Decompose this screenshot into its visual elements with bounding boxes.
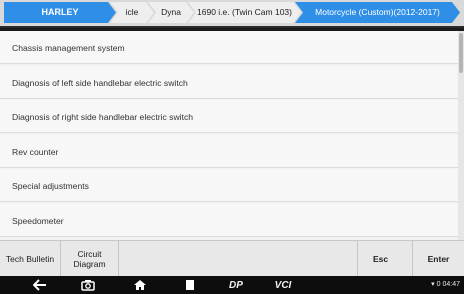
breadcrumb-item-vehicle[interactable]: icle xyxy=(110,2,154,23)
scrollbar[interactable] xyxy=(458,31,464,240)
function-list: Chassis management system Diagnosis of l… xyxy=(0,31,458,240)
system-navigation-bar: DP VCI ▾ 0 04:47 xyxy=(0,276,464,294)
home-icon[interactable] xyxy=(130,278,150,292)
circuit-diagram-button[interactable]: Circuit Diagram xyxy=(61,241,119,276)
esc-button[interactable]: Esc xyxy=(357,241,403,276)
breadcrumb-item-motorcycle[interactable]: Motorcycle (Custom)(2012-2017) xyxy=(295,2,460,23)
clock: 04:47 xyxy=(442,281,460,288)
list-item[interactable]: Speedometer xyxy=(0,203,458,237)
list-item[interactable]: Diagnosis of left side handlebar electri… xyxy=(0,65,458,99)
circuit-diagram-label: Circuit Diagram xyxy=(73,249,105,269)
breadcrumb-item-harley[interactable]: HARLEY xyxy=(4,2,116,23)
breadcrumb-item-engine[interactable]: 1690 i.e. (Twin Cam 103) xyxy=(188,2,301,23)
dp-app-icon[interactable]: DP xyxy=(222,278,250,292)
list-item[interactable]: Special adjustments xyxy=(0,169,458,203)
tech-bulletin-button[interactable]: Tech Bulletin xyxy=(0,241,61,276)
breadcrumb-item-dyna[interactable]: Dyna xyxy=(148,2,194,23)
list-item[interactable]: Diagnosis of right side handlebar electr… xyxy=(0,100,458,134)
scrollbar-thumb[interactable] xyxy=(459,33,463,73)
list-item[interactable]: Chassis management system xyxy=(0,31,458,64)
camera-icon[interactable] xyxy=(78,278,98,292)
breadcrumb: HARLEY icle Dyna 1690 i.e. (Twin Cam 103… xyxy=(0,0,464,28)
enter-button[interactable]: Enter xyxy=(412,241,464,276)
vci-icon[interactable]: VCI xyxy=(268,278,298,292)
list-item[interactable]: Rev counter xyxy=(0,134,458,168)
circuit-diagram-label-line1: Circuit xyxy=(77,248,102,259)
status-area: ▾ 0 04:47 xyxy=(431,280,460,288)
circuit-diagram-label-line2: Diagram xyxy=(73,258,106,269)
recent-apps-icon[interactable] xyxy=(180,278,200,292)
back-icon[interactable] xyxy=(30,278,50,292)
wifi-icon: ▾ xyxy=(431,281,435,288)
bottom-toolbar: Tech Bulletin Circuit Diagram Esc Enter xyxy=(0,240,464,276)
battery-indicator: 0 xyxy=(436,281,441,288)
